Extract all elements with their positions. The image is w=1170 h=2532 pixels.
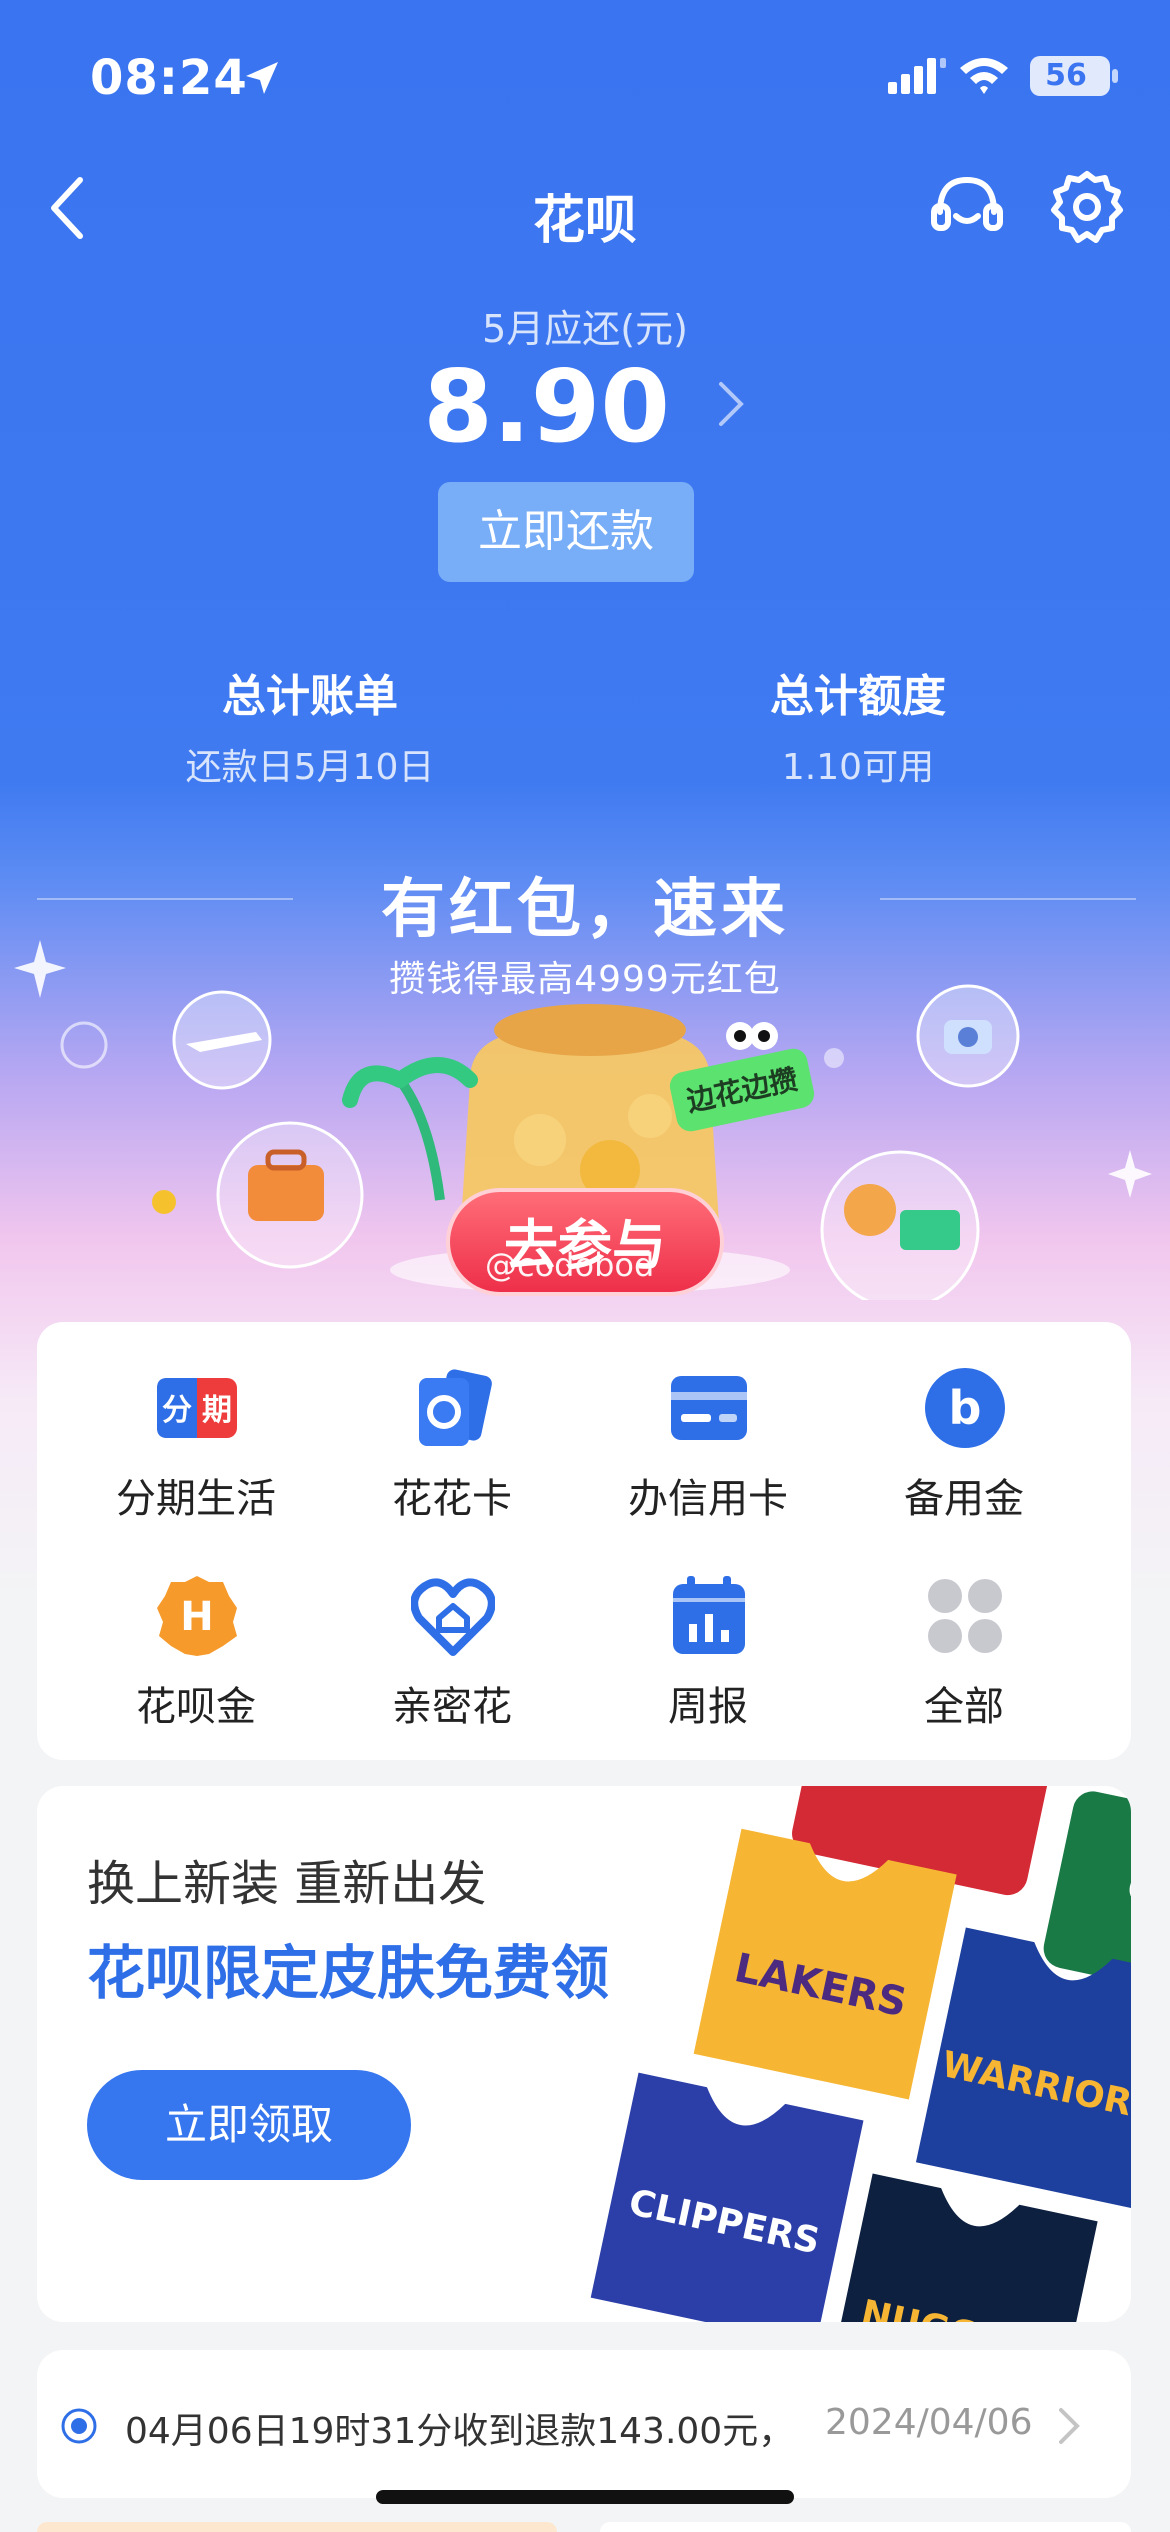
menu-huabei-gold[interactable]: H 花呗金 xyxy=(71,1574,321,1744)
cellular-signal-icon xyxy=(888,58,946,94)
menu-label: 分期生活 xyxy=(116,1476,276,1522)
menu-weekly-report[interactable]: 周报 xyxy=(583,1574,833,1744)
menu-label: 备用金 xyxy=(904,1476,1024,1522)
total-credit[interactable]: 总计额度 1.10可用 xyxy=(658,660,1058,790)
menu-flower-card[interactable]: 花花卡 xyxy=(327,1366,577,1536)
chevron-right-icon xyxy=(718,381,744,426)
menu-all[interactable]: 全部 xyxy=(839,1574,1089,1744)
claim-now-button[interactable]: 立即领取 xyxy=(87,2070,411,2180)
total-credit-title: 总计额度 xyxy=(770,671,946,722)
due-amount[interactable]: 8.90 xyxy=(0,348,1170,465)
total-bill-title: 总计账单 xyxy=(222,671,398,722)
all-apps-icon xyxy=(928,1579,1002,1653)
due-label: 5月应还(元) xyxy=(482,307,688,351)
refund-notice[interactable]: 04月06日19时31分收到退款143.00元， 2024/04/06 xyxy=(37,2350,1131,2498)
chevron-right-icon xyxy=(1059,2408,1080,2444)
weekly-report-icon xyxy=(673,1576,745,1654)
location-arrow-icon xyxy=(246,62,278,94)
flower-card-icon xyxy=(419,1369,492,1446)
menu-label: 全部 xyxy=(924,1684,1004,1730)
menu-label: 周报 xyxy=(668,1684,748,1730)
menu-label: 办信用卡 xyxy=(628,1476,788,1522)
repayment-date: 还款日5月10日 xyxy=(185,747,435,788)
notice-dot-icon xyxy=(61,2408,97,2444)
settings-gear-icon[interactable] xyxy=(1050,170,1124,244)
service-menu: 分 期 分期生活 花花卡 办信用卡 b 备用金 H 花呗金 亲密花 周报 全部 xyxy=(37,1322,1131,1760)
menu-installment-life[interactable]: 分 期 分期生活 xyxy=(71,1366,321,1536)
credit-card-icon xyxy=(671,1376,747,1440)
notice-date: 2024/04/06 xyxy=(825,2402,1033,2443)
skin-title: 换上新装 重新出发 xyxy=(87,1856,487,1912)
battery-indicator: 56 xyxy=(1030,56,1118,96)
customer-service-icon[interactable] xyxy=(930,172,1004,244)
installment-icon-glyph-right: 期 xyxy=(202,1393,232,1428)
menu-label: 花呗金 xyxy=(136,1684,256,1730)
intimate-pay-icon xyxy=(411,1578,495,1656)
menu-credit-card[interactable]: 办信用卡 xyxy=(583,1366,833,1536)
promo-title: 有红包，速来 xyxy=(381,873,789,947)
reserve-fund-icon: b xyxy=(925,1368,1005,1448)
next-card-peek-left xyxy=(37,2522,557,2532)
menu-label: 亲密花 xyxy=(392,1684,512,1730)
watermark-text: @codobod xyxy=(485,1246,655,1284)
menu-reserve-fund[interactable]: b 备用金 xyxy=(839,1366,1089,1536)
reserve-fund-icon-glyph: b xyxy=(949,1381,982,1435)
installment-icon: 分 期 xyxy=(157,1378,237,1438)
huabei-gold-icon: H xyxy=(157,1576,237,1656)
home-indicator[interactable] xyxy=(376,2490,794,2504)
menu-intimate-pay[interactable]: 亲密花 xyxy=(327,1574,577,1744)
wifi-icon xyxy=(960,58,1008,94)
skin-promo-card[interactable]: 换上新装 重新出发 花呗限定皮肤免费领 立即领取 CEL LAKERS WARR… xyxy=(37,1786,1131,2322)
skin-subtitle: 花呗限定皮肤免费领 xyxy=(87,1939,610,2007)
due-amount-value: 8.90 xyxy=(423,348,670,465)
repay-now-button[interactable]: 立即还款 xyxy=(438,482,694,582)
notice-message: 04月06日19时31分收到退款143.00元， xyxy=(125,2411,795,2452)
next-card-peek-right xyxy=(600,2522,1131,2532)
menu-label: 花花卡 xyxy=(392,1476,512,1522)
huabei-gold-icon-glyph: H xyxy=(180,1594,213,1640)
battery-level: 56 xyxy=(1045,58,1087,93)
available-credit: 1.10可用 xyxy=(781,747,935,788)
jersey-collage-image: CEL LAKERS WARRIORS CLIPPERS NUGGETS xyxy=(590,1786,1131,2322)
status-time: 08:24 xyxy=(90,50,248,106)
status-bar: 08:24 56 xyxy=(90,50,1118,110)
total-bill[interactable]: 总计账单 还款日5月10日 xyxy=(110,660,510,790)
installment-icon-glyph-left: 分 xyxy=(162,1393,192,1428)
